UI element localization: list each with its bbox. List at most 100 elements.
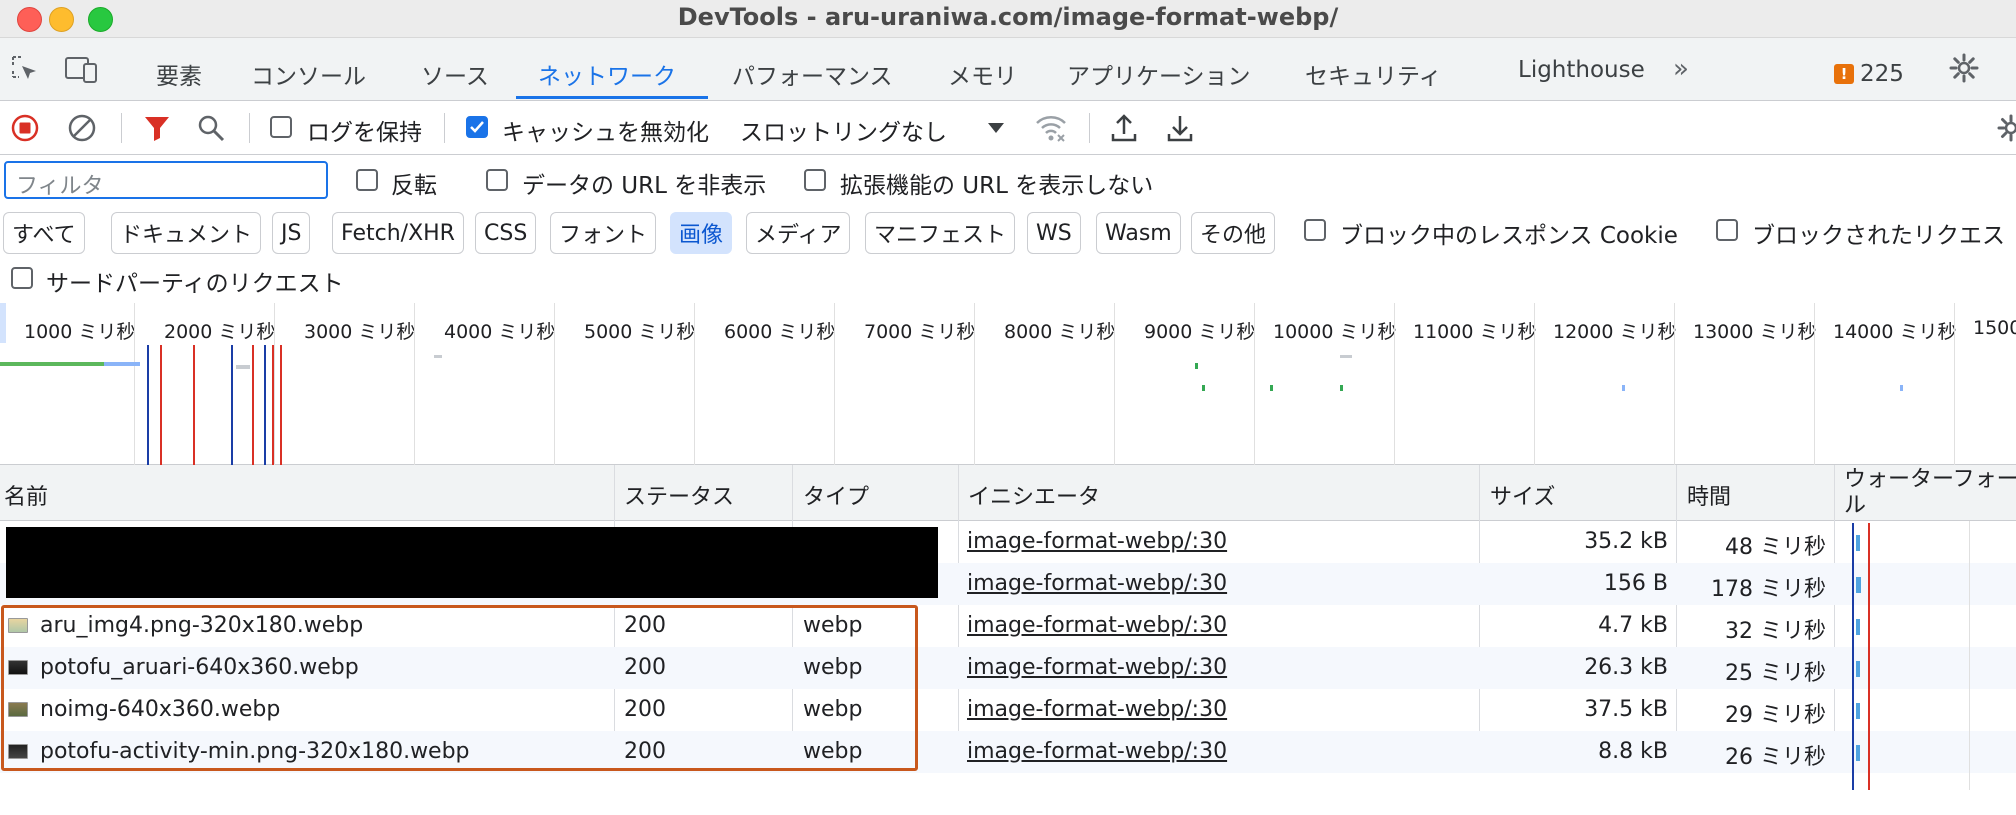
import-har-upload-icon[interactable] bbox=[1109, 112, 1139, 144]
initiator-link[interactable]: image-format-webp/:30 bbox=[967, 571, 1227, 596]
type-filter-all[interactable]: すべて bbox=[3, 212, 85, 254]
overview-load-line bbox=[252, 345, 254, 465]
overview-request-bar bbox=[1195, 363, 1198, 369]
blocked-requests-checkbox[interactable] bbox=[1716, 219, 1738, 241]
third-party-checkbox[interactable] bbox=[11, 267, 33, 289]
initiator-link[interactable]: image-format-webp/:30 bbox=[967, 697, 1227, 722]
overview-request-bar bbox=[1340, 385, 1343, 391]
tab-elements[interactable]: 要素 bbox=[156, 57, 202, 91]
disable-cache-label: キャッシュを無効化 bbox=[502, 120, 709, 146]
type-filter-wasm[interactable]: Wasm bbox=[1096, 212, 1181, 254]
timeline-tick bbox=[1254, 303, 1255, 465]
tab-sources[interactable]: ソース bbox=[421, 57, 489, 91]
tab-application[interactable]: アプリケーション bbox=[1067, 57, 1251, 91]
overview-request-bar bbox=[434, 355, 442, 358]
timeline-tick bbox=[1674, 303, 1675, 465]
filter-funnel-icon[interactable] bbox=[142, 113, 172, 143]
hide-data-urls-label: データの URL を非表示 bbox=[522, 173, 767, 199]
clear-icon[interactable] bbox=[67, 113, 97, 143]
more-tabs-chevron-icon[interactable]: » bbox=[1666, 54, 1696, 84]
timeline-tick bbox=[1814, 303, 1815, 465]
highlight-box bbox=[1, 605, 918, 771]
column-header-name[interactable]: 名前 bbox=[4, 479, 48, 511]
device-toolbar-icon[interactable] bbox=[64, 54, 100, 84]
overview-selection-handle[interactable] bbox=[0, 303, 6, 343]
tab-console[interactable]: コンソール bbox=[251, 57, 366, 91]
initiator-link[interactable]: image-format-webp/:30 bbox=[967, 655, 1227, 680]
tab-memory[interactable]: メモリ bbox=[948, 57, 1017, 91]
stop-recording-icon[interactable] bbox=[10, 113, 40, 143]
column-header-status[interactable]: ステータス bbox=[624, 479, 734, 511]
overview-load-line bbox=[160, 345, 162, 465]
network-toolbar: ログを保持 キャッシュを無効化 スロットリングなし bbox=[0, 101, 2016, 155]
column-header-size[interactable]: サイズ bbox=[1490, 479, 1555, 511]
type-filter-media[interactable]: メディア bbox=[746, 212, 851, 254]
overview-domcontentloaded-line bbox=[147, 345, 149, 465]
filter-input[interactable]: フィルタ bbox=[4, 161, 328, 199]
invert-checkbox[interactable] bbox=[356, 169, 378, 191]
type-filter-font[interactable]: フォント bbox=[550, 212, 657, 254]
blocked-cookies-label: ブロック中のレスポンス Cookie bbox=[1340, 223, 1678, 249]
tab-network[interactable]: ネットワーク bbox=[538, 57, 676, 91]
initiator-link[interactable]: image-format-webp/:30 bbox=[967, 613, 1227, 638]
type-filter-css[interactable]: CSS bbox=[475, 212, 537, 254]
timeline-tick-label: 13000 ミリ秒 bbox=[1693, 321, 1817, 343]
panel-tab-bar: 要素 コンソール ソース ネットワーク パフォーマンス メモリ アプリケーション… bbox=[0, 38, 2016, 101]
waterfall-domcontentloaded-line bbox=[1852, 523, 1854, 790]
throttling-select[interactable]: スロットリングなし bbox=[740, 113, 947, 147]
table-row-partial[interactable] bbox=[0, 773, 2016, 815]
type-filter-js[interactable]: JS bbox=[272, 212, 311, 254]
chevron-down-icon[interactable] bbox=[984, 113, 1008, 143]
network-settings-gear-icon[interactable] bbox=[1996, 113, 2016, 143]
redacted-region bbox=[6, 527, 938, 598]
column-header-type[interactable]: タイプ bbox=[803, 479, 869, 511]
inspect-element-icon[interactable] bbox=[10, 54, 40, 84]
timeline-tick-label: 8000 ミリ秒 bbox=[1004, 321, 1116, 343]
search-icon[interactable] bbox=[196, 113, 226, 143]
column-header-time[interactable]: 時間 bbox=[1687, 479, 1731, 511]
type-filter-manifest[interactable]: マニフェスト bbox=[865, 212, 1016, 254]
settings-gear-icon[interactable] bbox=[1948, 52, 1980, 84]
size-cell: 26.3 kB bbox=[1584, 655, 1668, 680]
disable-cache-checkbox[interactable] bbox=[466, 116, 488, 138]
column-header-waterfall[interactable]: ウォーターフォール bbox=[1844, 467, 2016, 519]
timeline-tick-label: 7000 ミリ秒 bbox=[864, 321, 976, 343]
tab-security[interactable]: セキュリティ bbox=[1305, 57, 1442, 91]
timeline-tick bbox=[1114, 303, 1115, 465]
initiator-link[interactable]: image-format-webp/:30 bbox=[967, 529, 1227, 554]
type-filter-other[interactable]: その他 bbox=[1191, 212, 1276, 254]
network-conditions-wifi-icon[interactable] bbox=[1034, 113, 1068, 143]
timeline-tick bbox=[1534, 303, 1535, 465]
blocked-cookies-checkbox[interactable] bbox=[1304, 219, 1326, 241]
overview-load-line bbox=[193, 345, 195, 465]
export-har-download-icon[interactable] bbox=[1165, 112, 1195, 144]
hide-extension-urls-checkbox[interactable] bbox=[804, 169, 826, 191]
timeline-tick bbox=[414, 303, 415, 465]
initiator-link[interactable]: image-format-webp/:30 bbox=[967, 739, 1227, 764]
column-header-initiator[interactable]: イニシエータ bbox=[968, 479, 1100, 511]
tab-lighthouse[interactable]: Lighthouse bbox=[1518, 57, 1645, 83]
issues-counter[interactable]: ! 225 bbox=[1834, 61, 1904, 87]
type-filter-image[interactable]: 画像 bbox=[670, 212, 733, 254]
timeline-tick bbox=[134, 303, 135, 465]
tab-performance[interactable]: パフォーマンス bbox=[732, 57, 893, 91]
type-filter-document[interactable]: ドキュメント bbox=[111, 212, 262, 254]
waterfall-bar bbox=[1856, 619, 1860, 635]
waterfall-load-line bbox=[1868, 523, 1870, 790]
timeline-overview[interactable]: 1000 ミリ秒 2000 ミリ秒 3000 ミリ秒 4000 ミリ秒 5000… bbox=[0, 303, 2016, 465]
time-cell: 25 ミリ秒 bbox=[1725, 661, 1826, 686]
preserve-log-checkbox[interactable] bbox=[270, 116, 292, 138]
waterfall-column bbox=[1834, 521, 2016, 790]
timeline-tick-label: 12000 ミリ秒 bbox=[1553, 321, 1677, 343]
overview-load-line bbox=[280, 345, 282, 465]
waterfall-bar bbox=[1856, 535, 1860, 551]
overview-request-bar bbox=[236, 365, 250, 369]
issues-count: 225 bbox=[1860, 61, 1904, 87]
waterfall-bar bbox=[1856, 745, 1860, 761]
timeline-tick bbox=[554, 303, 555, 465]
hide-data-urls-checkbox[interactable] bbox=[486, 169, 508, 191]
blocked-requests-label: ブロックされたリクエス bbox=[1752, 223, 2005, 249]
type-filter-ws[interactable]: WS bbox=[1027, 212, 1081, 254]
invert-label: 反転 bbox=[391, 173, 437, 199]
type-filter-fetch-xhr[interactable]: Fetch/XHR bbox=[332, 212, 464, 254]
